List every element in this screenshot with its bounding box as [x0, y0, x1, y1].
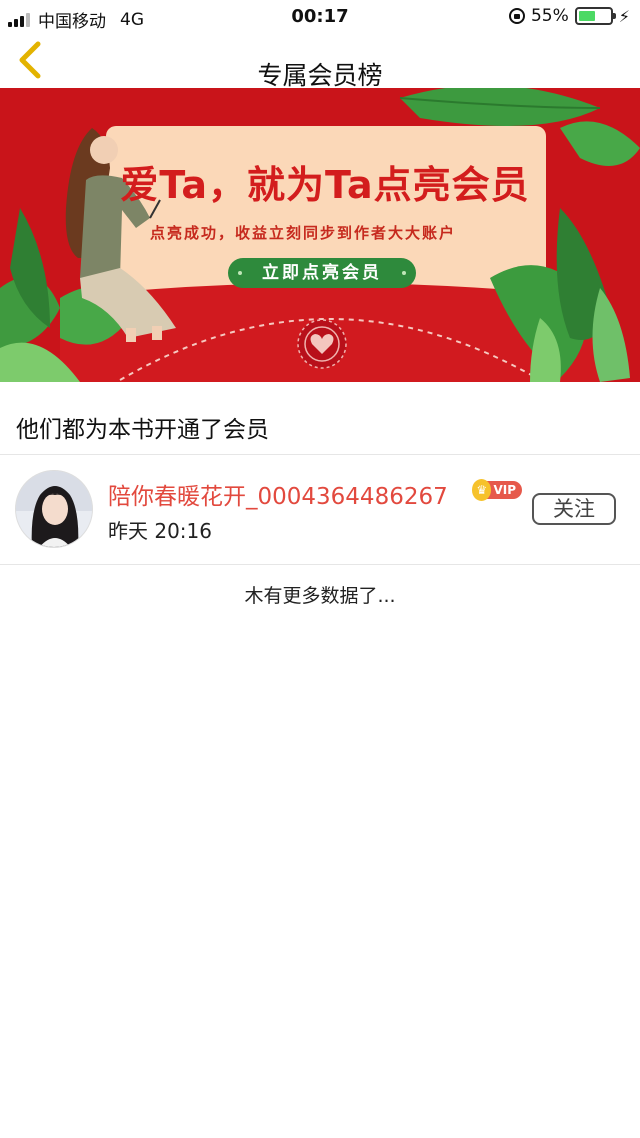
banner-subtitle: 点亮成功，收益立刻同步到作者大大账户 — [150, 224, 457, 242]
vip-badge: ♛ VIP — [472, 479, 522, 501]
member-name[interactable]: 陪你春暖花开_0004364486267 — [108, 477, 448, 511]
section-title: 他们都为本书开通了会员 — [16, 417, 269, 443]
avatar-image — [16, 471, 92, 547]
page-title: 专属会员榜 — [257, 61, 383, 90]
no-more-data-text: 木有更多数据了... — [244, 585, 396, 607]
banner-headline: 爱Ta，就为Ta点亮会员 — [120, 163, 530, 207]
page: 中国移动 4G 00:17 55% ⚡ 专属会员榜 爱Ta，就为Ta点亮会员 点… — [0, 0, 640, 1138]
list-item[interactable]: 陪你春暖花开_0004364486267 ♛ VIP 昨天 20:16 关注 — [0, 455, 640, 564]
light-up-vip-button[interactable]: 立即点亮会员 — [228, 258, 416, 288]
status-bar: 中国移动 4G 00:17 55% ⚡ — [0, 0, 640, 34]
promo-banner[interactable]: 爱Ta，就为Ta点亮会员 点亮成功，收益立刻同步到作者大大账户 立即点亮会员 — [0, 88, 640, 382]
orientation-lock-icon — [508, 8, 525, 24]
battery-percent: 55% — [530, 6, 569, 26]
status-right: 55% ⚡ — [508, 6, 630, 26]
follow-button[interactable]: 关注 — [532, 493, 616, 525]
avatar[interactable] — [15, 470, 93, 548]
battery-icon — [574, 7, 616, 25]
member-time: 昨天 20:16 — [108, 519, 212, 543]
nav-bar: 专属会员榜 — [0, 34, 640, 90]
charging-bolt-icon: ⚡ — [618, 6, 630, 26]
battery-fill — [578, 11, 596, 21]
divider — [0, 564, 640, 565]
